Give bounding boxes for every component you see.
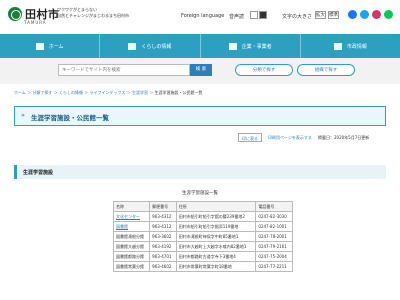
foreign-language-link[interactable]: Foreign language bbox=[181, 13, 224, 19]
updated-date: 掲載日：2020年5月7日更新 bbox=[318, 135, 370, 140]
twitter-icon[interactable] bbox=[360, 10, 369, 19]
address: 田村市船引町船引字畑添119番地 bbox=[175, 221, 257, 232]
table-header-row: 名称 郵便番号 住所 電話番号 bbox=[112, 201, 293, 212]
column-header-phone: 電話番号 bbox=[255, 201, 293, 212]
nav-item-home[interactable]: ホーム bbox=[0, 34, 101, 58]
print-button[interactable]: 印に表る bbox=[238, 133, 262, 142]
phone-number: 0247-82-3030 bbox=[255, 211, 293, 222]
line-icon[interactable] bbox=[384, 10, 393, 19]
facility-name: 図書館滝根分館 bbox=[112, 231, 151, 242]
nav-item-label: 市政情報 bbox=[346, 43, 367, 50]
breadcrumb-item-home[interactable]: ホーム bbox=[14, 90, 26, 95]
city-hall-icon bbox=[333, 42, 342, 50]
phone-number: 0247-75-2004 bbox=[255, 251, 293, 262]
tagline: ワクワクがとまらない 自然とチャレンジがまじわるまち田村市 bbox=[57, 7, 132, 19]
facility-name-link[interactable]: 文化センター bbox=[112, 211, 151, 222]
nav-item-label: くらしの情報 bbox=[141, 43, 172, 50]
table-row: 図書館都路分館 963-4701 田村市都路町古道字寺下3番地4 0247-75… bbox=[112, 251, 293, 262]
search-input[interactable] bbox=[58, 64, 190, 76]
column-header-postal: 郵便番号 bbox=[149, 201, 177, 212]
address: 田村市大越町上大越字水喰内82番地1 bbox=[175, 241, 257, 252]
font-size-label: 文字の大きさ bbox=[282, 14, 313, 20]
facilities-table: 名称 郵便番号 住所 電話番号 文化センター 963-4312 田村市船引町船引… bbox=[112, 201, 293, 272]
page-title: 生涯学習施設・公民館一覧 bbox=[31, 114, 109, 122]
postal-code: 963-4312 bbox=[149, 221, 177, 232]
table-row: 図書館常葉分館 963-4602 田村市常葉町常葉字町18番地 0247-77-… bbox=[112, 261, 293, 272]
nav-item-business[interactable]: 企業・事業者 bbox=[201, 34, 301, 58]
home-icon bbox=[35, 42, 44, 50]
postal-code: 963-3602 bbox=[149, 231, 177, 242]
address: 田村市常葉町常葉字町18番地 bbox=[175, 261, 257, 272]
facility-name: 図書館常葉分館 bbox=[112, 261, 151, 272]
breadcrumb-item-life-index[interactable]: ライフインデックス bbox=[90, 90, 126, 95]
search-area: 検 索 分類で探す 組織で探す bbox=[0, 58, 400, 84]
breadcrumb-item-living[interactable]: くらしの情報 bbox=[59, 90, 83, 95]
tagline-line-2: 自然とチャレンジがまじわるまち田村市 bbox=[57, 13, 129, 18]
postal-code: 963-4602 bbox=[149, 261, 177, 272]
voice-read-off-button[interactable] bbox=[259, 11, 267, 19]
nav-item-label: ホーム bbox=[48, 43, 64, 50]
facebook-icon[interactable] bbox=[348, 10, 357, 19]
address: 田村市船引町船引字舘の腰239番地2 bbox=[175, 211, 257, 222]
section-heading: 生涯学習施設 bbox=[14, 165, 386, 179]
table-row: 図書館滝根分館 963-3602 田村市滝根町神俣字中町85番地1 0247-7… bbox=[112, 231, 293, 242]
font-size-standard-button[interactable]: 標準 bbox=[328, 11, 339, 19]
postal-code: 963-4312 bbox=[149, 211, 177, 222]
table-row: 図書館 963-4312 田村市船引町船引字畑添119番地 0247-82-10… bbox=[112, 221, 293, 232]
search-button[interactable]: 検 索 bbox=[190, 64, 212, 76]
address: 田村市都路町古道字寺下3番地4 bbox=[175, 251, 257, 262]
print-preview-link[interactable]: 印刷用ページを表示する bbox=[268, 135, 312, 141]
font-size-enlarge-button[interactable]: 拡大 bbox=[315, 11, 326, 19]
table-caption: 生涯学習施設一覧 bbox=[182, 191, 218, 196]
address: 田村市滝根町神俣字中町85番地1 bbox=[175, 231, 257, 242]
tamura-logo-icon bbox=[8, 7, 22, 21]
table-row: 図書館大越分館 963-4192 田村市大越町上大越字水喰内82番地1 0247… bbox=[112, 241, 293, 252]
page-title-banner: » 生涯学習施設・公民館一覧 bbox=[14, 106, 386, 126]
phone-number: 0247-82-1001 bbox=[255, 221, 293, 232]
postal-code: 963-4192 bbox=[149, 241, 177, 252]
browse-by-organization-button[interactable]: 組織で探す bbox=[297, 64, 355, 76]
facility-name: 図書館大越分館 bbox=[112, 241, 151, 252]
column-header-address: 住所 bbox=[175, 201, 257, 212]
phone-number: 0247-77-2211 bbox=[255, 261, 293, 272]
breadcrumb: ホーム ＞ 分類で探す ＞ くらしの情報 ＞ ライフインデックス ＞ 生涯学習 … bbox=[14, 90, 203, 95]
section-heading-text: 生涯学習施設 bbox=[23, 170, 54, 176]
logo-roman: TAMURA bbox=[24, 20, 47, 25]
browse-by-category-button[interactable]: 分類で探す bbox=[235, 64, 293, 76]
living-icon bbox=[128, 42, 137, 50]
breadcrumb-item-lifelong-learning[interactable]: 生涯学習 bbox=[132, 90, 148, 95]
postal-code: 963-4701 bbox=[149, 251, 177, 262]
table-row: 文化センター 963-4312 田村市船引町船引字舘の腰239番地2 0247-… bbox=[112, 211, 293, 222]
nav-item-label: 企業・事業者 bbox=[241, 43, 272, 50]
global-nav: ホーム くらしの情報 企業・事業者 市政情報 bbox=[0, 34, 400, 58]
instagram-icon[interactable] bbox=[372, 10, 381, 19]
facility-name-link[interactable]: 図書館 bbox=[112, 221, 151, 232]
phone-number: 0247-78-2001 bbox=[255, 231, 293, 242]
nav-item-city-info[interactable]: 市政情報 bbox=[301, 34, 400, 58]
breadcrumb-item-current: 生涯学習施設・公民館一覧 bbox=[154, 90, 203, 95]
phone-number: 0247-79-2161 bbox=[255, 241, 293, 252]
site-header: 田村市 TAMURA ワクワクがとまらない 自然とチャレンジがまじわるまち田村市… bbox=[0, 0, 400, 34]
facility-name: 図書館都路分館 bbox=[112, 251, 151, 262]
breadcrumb-item-category[interactable]: 分類で探す bbox=[32, 90, 52, 95]
double-chevron-icon: » bbox=[21, 112, 25, 119]
building-icon bbox=[228, 42, 237, 50]
column-header-name: 名称 bbox=[112, 201, 151, 212]
nav-item-living[interactable]: くらしの情報 bbox=[100, 34, 201, 58]
voice-read-on-button[interactable] bbox=[250, 11, 258, 19]
voice-read-label: 音声読 bbox=[229, 14, 245, 20]
